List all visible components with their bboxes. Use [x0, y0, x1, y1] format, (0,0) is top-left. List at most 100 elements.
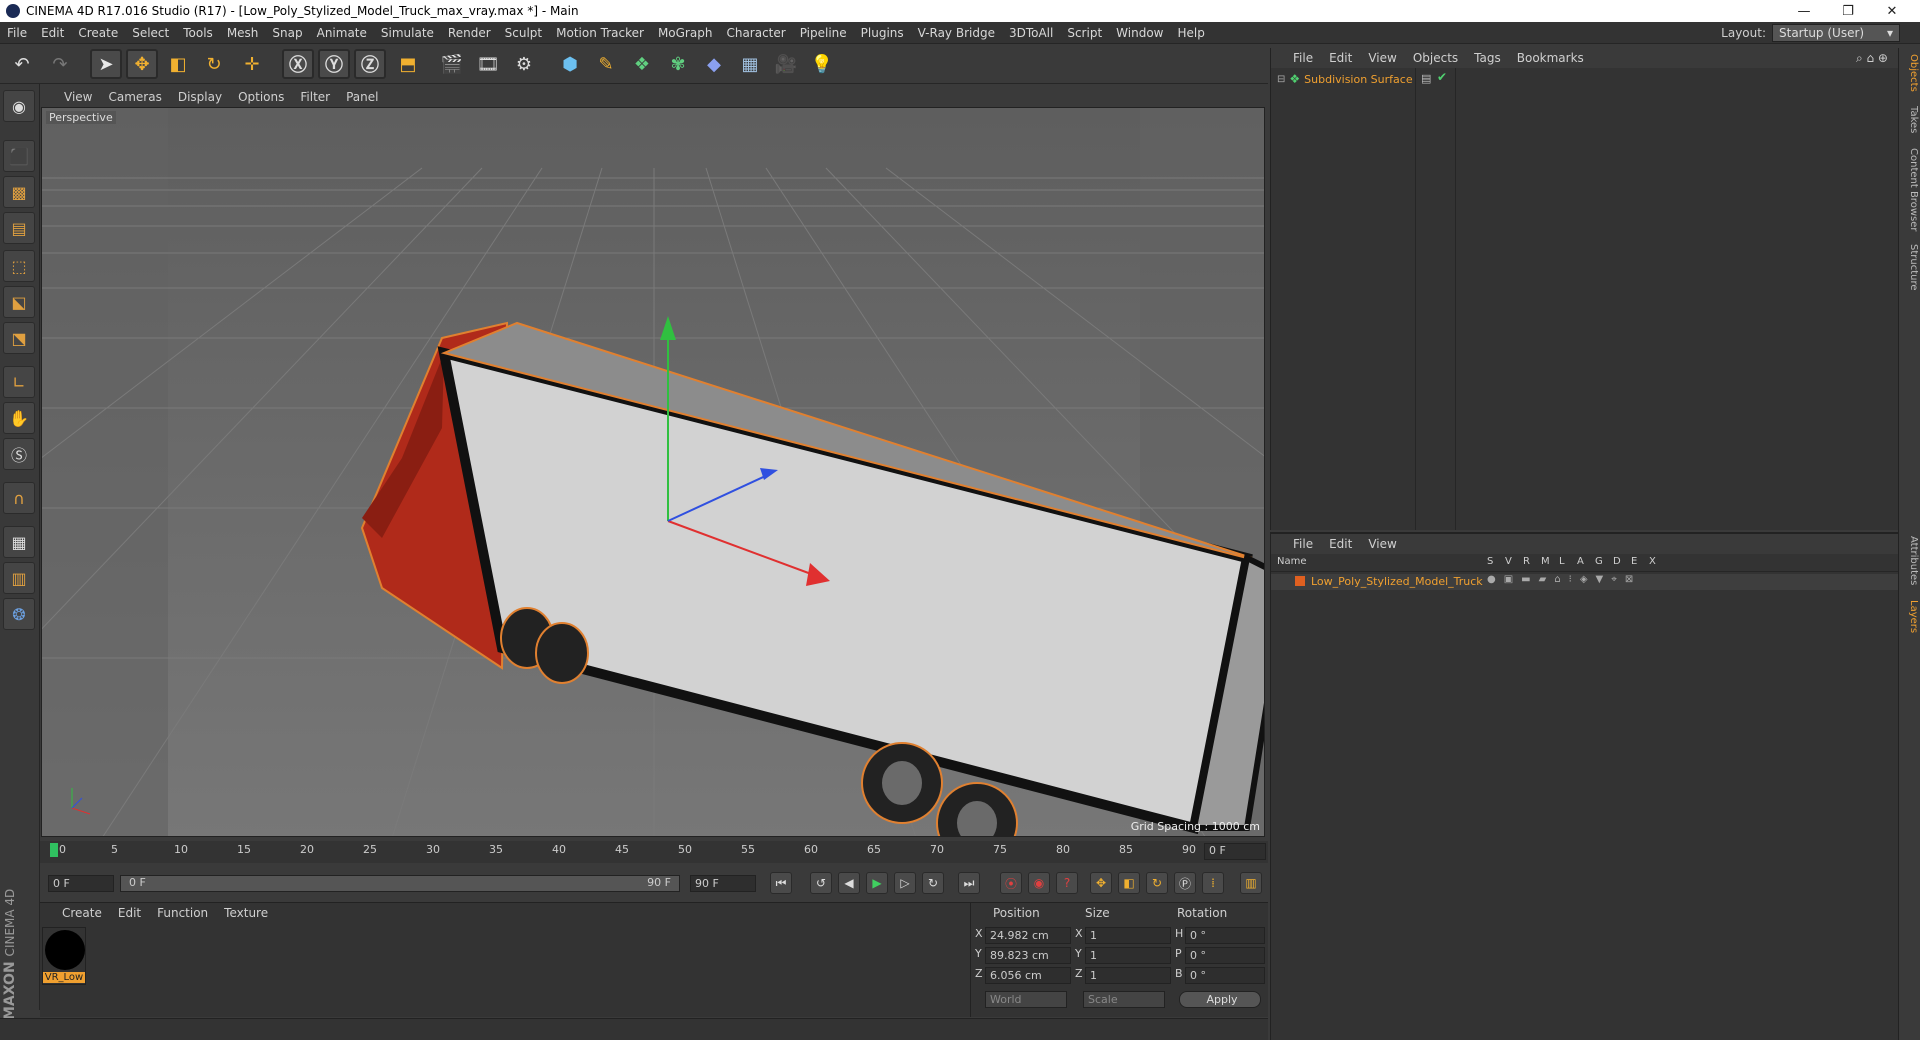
light-icon[interactable]: 💡	[806, 49, 838, 79]
menu-plugins[interactable]: Plugins	[854, 26, 911, 40]
objects-menu-bookmarks[interactable]: Bookmarks	[1509, 51, 1592, 65]
edges-mode-icon[interactable]: ⬕	[3, 286, 35, 318]
array-icon[interactable]: ✾	[662, 49, 694, 79]
visibility-toggle-icon[interactable]: ▤	[1421, 72, 1431, 85]
material-menu-texture[interactable]: Texture	[216, 906, 276, 920]
menu-mesh[interactable]: Mesh	[220, 26, 266, 40]
menu-create[interactable]: Create	[71, 26, 125, 40]
key-rotation-icon[interactable]: ↻	[1146, 872, 1168, 894]
timeline-ruler[interactable]: 0 5 10 15 20 25 30 35 40 45 50 55 60 65 …	[40, 841, 1268, 863]
select-arrow-icon[interactable]: ➤	[90, 49, 122, 79]
python-icon[interactable]: ❂	[3, 598, 35, 630]
pen-icon[interactable]: ✎	[590, 49, 622, 79]
rotation-b-field[interactable]: 0 °	[1185, 967, 1265, 984]
enabled-checkmark-icon[interactable]: ✔	[1437, 70, 1447, 84]
go-to-end-icon[interactable]: ⏭	[958, 872, 980, 894]
material-swatch[interactable]: VR_Low	[42, 927, 86, 985]
cube-icon[interactable]: ⬢	[554, 49, 586, 79]
layers-menu-view[interactable]: View	[1360, 537, 1404, 551]
previous-frame-icon[interactable]: ◀	[838, 872, 860, 894]
search-icon[interactable]: ⌕ ⌂ ⊕	[1856, 51, 1888, 66]
points-mode-icon[interactable]: ⬚	[3, 250, 35, 282]
scale-icon[interactable]: ◧	[162, 49, 194, 79]
render-picture-icon[interactable]: 🎞	[472, 49, 504, 79]
size-y-field[interactable]: 1	[1085, 947, 1171, 964]
key-scale-icon[interactable]: ◧	[1118, 872, 1140, 894]
polygons-mode-icon[interactable]: ⬔	[3, 322, 35, 354]
key-point-level-icon[interactable]: ⁞	[1202, 872, 1224, 894]
material-menu-create[interactable]: Create	[54, 906, 110, 920]
undo-icon[interactable]: ↶	[6, 49, 38, 79]
rotation-p-field[interactable]: 0 °	[1185, 947, 1265, 964]
menu-tools[interactable]: Tools	[176, 26, 220, 40]
size-z-field[interactable]: 1	[1085, 967, 1171, 984]
coordinate-system-icon[interactable]: ⬒	[392, 49, 424, 79]
layer-color-swatch[interactable]	[1295, 576, 1305, 586]
position-x-field[interactable]: 24.982 cm	[985, 927, 1071, 944]
magnet-icon[interactable]: ∩	[3, 482, 35, 514]
z-axis-icon[interactable]: Ⓩ	[354, 49, 386, 79]
menu-window[interactable]: Window	[1109, 26, 1170, 40]
viewport-menu-display[interactable]: Display	[170, 90, 230, 104]
coordinate-mode-dropdown[interactable]: World	[985, 991, 1067, 1008]
snap-settings-icon[interactable]: ▥	[3, 562, 35, 594]
viewport-menu-panel[interactable]: Panel	[338, 90, 386, 104]
viewport-menu-view[interactable]: View	[56, 90, 100, 104]
end-frame-field[interactable]: 90 F	[690, 875, 756, 892]
menu-motion-tracker[interactable]: Motion Tracker	[549, 26, 651, 40]
size-x-field[interactable]: 1	[1085, 927, 1171, 944]
tab-attributes[interactable]: Attributes	[1901, 536, 1919, 585]
menu-script[interactable]: Script	[1060, 26, 1109, 40]
layer-row[interactable]: Low_Poly_Stylized_Model_Truck ●▣▬▰⌂⁝◈▼⌖⊠	[1271, 574, 1899, 590]
key-position-icon[interactable]: ✥	[1090, 872, 1112, 894]
auto-key-icon[interactable]: ◉	[1028, 872, 1050, 894]
camera-icon[interactable]: 🎥	[770, 49, 802, 79]
material-menu-function[interactable]: Function	[149, 906, 216, 920]
make-editable-icon[interactable]: ◉	[3, 90, 35, 122]
menu-file[interactable]: File	[0, 26, 34, 40]
y-axis-icon[interactable]: Ⓨ	[318, 49, 350, 79]
move-alt-icon[interactable]: ✛	[236, 49, 268, 79]
menu-select[interactable]: Select	[125, 26, 176, 40]
floor-icon[interactable]: ▦	[734, 49, 766, 79]
workplane-icon[interactable]: ▤	[3, 212, 35, 244]
menu-render[interactable]: Render	[441, 26, 498, 40]
menu-3dtoall[interactable]: 3DToAll	[1002, 26, 1060, 40]
layers-menu-edit[interactable]: Edit	[1321, 537, 1360, 551]
keyframe-selection-icon[interactable]: ?	[1056, 872, 1078, 894]
redo-icon[interactable]: ↷	[44, 49, 76, 79]
render-view-icon[interactable]: 🎬	[436, 49, 468, 79]
snap-grid-icon[interactable]: ▦	[3, 526, 35, 558]
rotate-icon[interactable]: ↻	[198, 49, 230, 79]
menu-animate[interactable]: Animate	[310, 26, 374, 40]
current-frame-field[interactable]: 0 F	[1204, 843, 1266, 860]
tab-takes[interactable]: Takes	[1901, 106, 1919, 133]
material-menu-edit[interactable]: Edit	[110, 906, 149, 920]
objects-menu-tags[interactable]: Tags	[1466, 51, 1509, 65]
axis-mode-icon[interactable]: ∟	[3, 366, 35, 398]
next-frame-icon[interactable]: ▷	[894, 872, 916, 894]
model-mode-icon[interactable]: ⬛	[3, 140, 35, 172]
menu-snap[interactable]: Snap	[265, 26, 309, 40]
record-keys-icon[interactable]: ⦿	[1000, 872, 1022, 894]
expand-icon[interactable]: ⊟	[1277, 74, 1285, 85]
solo-icon[interactable]: Ⓢ	[3, 438, 35, 470]
menu-simulate[interactable]: Simulate	[374, 26, 441, 40]
objects-menu-file[interactable]: File	[1285, 51, 1321, 65]
viewport-menu-options[interactable]: Options	[230, 90, 292, 104]
x-axis-icon[interactable]: Ⓧ	[282, 49, 314, 79]
layer-toggle-icons[interactable]: ●▣▬▰⌂⁝◈▼⌖⊠	[1487, 574, 1641, 585]
timeline-window-icon[interactable]: ▥	[1240, 872, 1262, 894]
tab-objects[interactable]: Objects	[1901, 54, 1919, 92]
menu-mograph[interactable]: MoGraph	[651, 26, 720, 40]
restore-button[interactable]: ❐	[1826, 0, 1870, 22]
tab-layers[interactable]: Layers	[1901, 600, 1919, 633]
start-frame-field[interactable]: 0 F	[48, 875, 114, 892]
apply-button[interactable]: Apply	[1179, 991, 1261, 1008]
objects-menu-view[interactable]: View	[1360, 51, 1404, 65]
previous-key-icon[interactable]: ↺	[810, 872, 832, 894]
play-icon[interactable]: ▶	[866, 872, 888, 894]
next-key-icon[interactable]: ↻	[922, 872, 944, 894]
key-parameter-icon[interactable]: Ⓟ	[1174, 872, 1196, 894]
move-icon[interactable]: ✥	[126, 49, 158, 79]
